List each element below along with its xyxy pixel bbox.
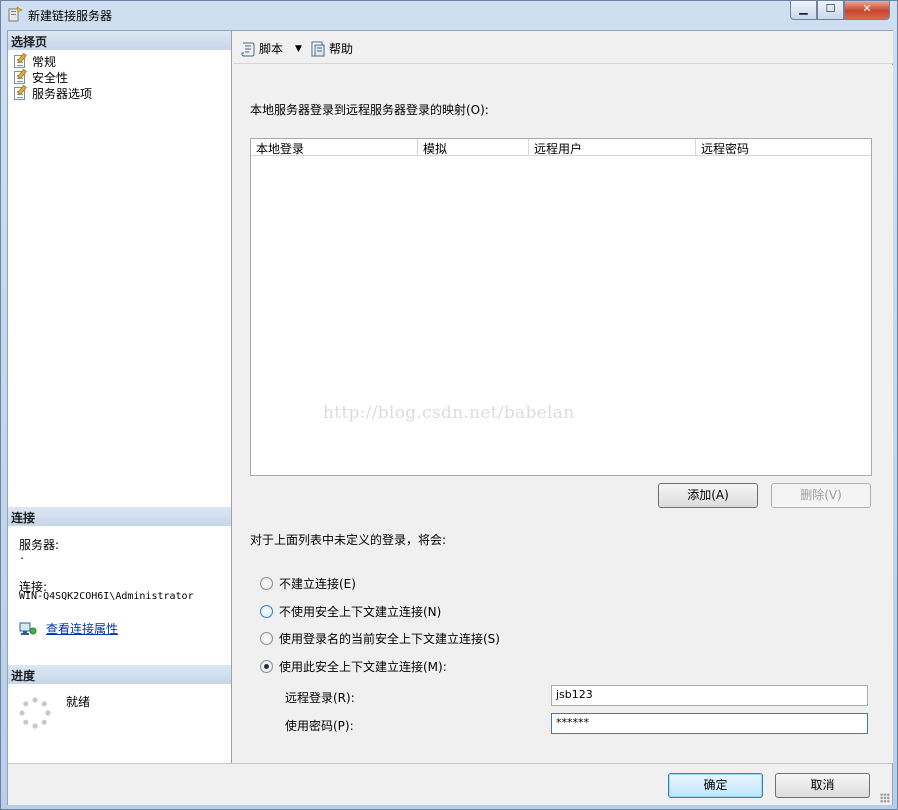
add-button[interactable]: 添加(A) <box>658 483 758 508</box>
watermark-text: http://blog.csdn.net/babelan <box>323 403 575 423</box>
option-label: 使用此安全上下文建立连接(M): <box>279 660 447 674</box>
window-title: 新建链接服务器 <box>28 9 113 23</box>
resize-grip-icon[interactable] <box>880 793 890 803</box>
close-button[interactable]: ✕ <box>844 1 890 20</box>
progress-spinner-icon <box>19 697 51 729</box>
connection-value: WIN-Q4SQK2COH6I\Administrator <box>19 591 194 602</box>
help-button[interactable]: 帮助 <box>310 40 353 57</box>
select-page-header: 选择页 <box>8 31 231 50</box>
server-value: . <box>19 551 26 562</box>
radio-button-checked[interactable] <box>260 660 273 673</box>
help-label: 帮助 <box>329 42 354 56</box>
column-header-local-login[interactable]: 本地登录 <box>251 139 418 156</box>
script-label: 脚本 <box>259 42 284 56</box>
cancel-button[interactable]: 取消 <box>775 773 870 798</box>
connection-properties-icon <box>19 622 37 635</box>
column-header-remote-user[interactable]: 远程用户 <box>529 139 696 156</box>
page-item-label: 常规 <box>32 54 57 69</box>
option-this-security-context[interactable]: 使用此安全上下文建立连接(M): <box>260 658 447 675</box>
toolbar: 脚本 ▼ 帮助 <box>233 31 893 64</box>
radio-button[interactable] <box>260 577 273 590</box>
maximize-button[interactable]: ☐ <box>817 1 844 20</box>
ok-button[interactable]: 确定 <box>668 773 763 798</box>
radio-button[interactable] <box>260 605 273 618</box>
view-connection-properties-link[interactable]: 查看连接属性 <box>46 620 118 637</box>
script-button[interactable]: 脚本 ▼ <box>240 40 302 57</box>
connection-header: 连接 <box>8 507 231 526</box>
close-icon: ✕ <box>862 2 872 15</box>
radio-button[interactable] <box>260 632 273 645</box>
remote-login-input[interactable]: jsb123 <box>551 685 868 706</box>
title-bar[interactable]: 新建链接服务器 ▁ ☐ ✕ <box>1 1 897 29</box>
minimize-button[interactable]: ▁ <box>790 1 817 20</box>
option-no-connection[interactable]: 不建立连接(E) <box>260 575 356 592</box>
option-label: 不建立连接(E) <box>279 577 356 591</box>
remote-login-label: 远程登录(R): <box>285 691 355 705</box>
delete-button[interactable]: 删除(V) <box>771 483 871 508</box>
page-item-server-options[interactable]: 服务器选项 <box>12 84 93 101</box>
progress-status: 就绪 <box>66 695 91 709</box>
chevron-down-icon[interactable]: ▼ <box>295 44 302 54</box>
minimize-icon: ▁ <box>799 2 808 15</box>
column-header-remote-password[interactable]: 远程密码 <box>696 139 871 156</box>
page-icon <box>12 52 28 68</box>
mapping-label: 本地服务器登录到远程服务器登录的映射(O): <box>250 103 489 117</box>
left-pane: 选择页 常规 安全性 服务器选项 连接 服务器: . 连接: WIN-Q4SQK… <box>8 31 232 763</box>
password-input[interactable]: ****** <box>551 713 868 734</box>
security-page: 本地服务器登录到远程服务器登录的映射(O): 本地登录 模拟 远程用户 远程密码… <box>233 65 893 763</box>
progress-header: 进度 <box>8 665 231 684</box>
option-label: 不使用安全上下文建立连接(N) <box>279 605 442 619</box>
grid-header: 本地登录 模拟 远程用户 远程密码 <box>251 139 871 156</box>
dialog-client-area: 选择页 常规 安全性 服务器选项 连接 服务器: . 连接: WIN-Q4SQK… <box>7 30 893 805</box>
column-header-impersonate[interactable]: 模拟 <box>418 139 529 156</box>
help-icon <box>311 41 325 56</box>
linked-server-icon <box>8 6 23 22</box>
page-item-label: 服务器选项 <box>32 86 93 101</box>
script-icon <box>241 42 255 56</box>
page-icon <box>12 84 28 100</box>
dialog-footer: 确定 取消 <box>8 763 892 805</box>
maximize-icon: ☐ <box>825 2 836 15</box>
option-label: 使用登录名的当前安全上下文建立连接(S) <box>279 632 500 646</box>
undefined-logins-label: 对于上面列表中未定义的登录，将会: <box>250 533 447 547</box>
page-icon <box>12 68 28 84</box>
option-current-security-context[interactable]: 使用登录名的当前安全上下文建立连接(S) <box>260 630 500 647</box>
page-item-security[interactable]: 安全性 <box>12 68 69 85</box>
password-label: 使用密码(P): <box>285 719 354 733</box>
page-item-general[interactable]: 常规 <box>12 52 57 69</box>
dialog-window: 新建链接服务器 ▁ ☐ ✕ 选择页 常规 安全性 服务器选项 连接 服务器: .… <box>0 0 898 810</box>
option-without-security-context[interactable]: 不使用安全上下文建立连接(N) <box>260 603 441 620</box>
login-mapping-grid[interactable]: 本地登录 模拟 远程用户 远程密码 <box>250 138 872 476</box>
page-item-label: 安全性 <box>32 70 69 85</box>
